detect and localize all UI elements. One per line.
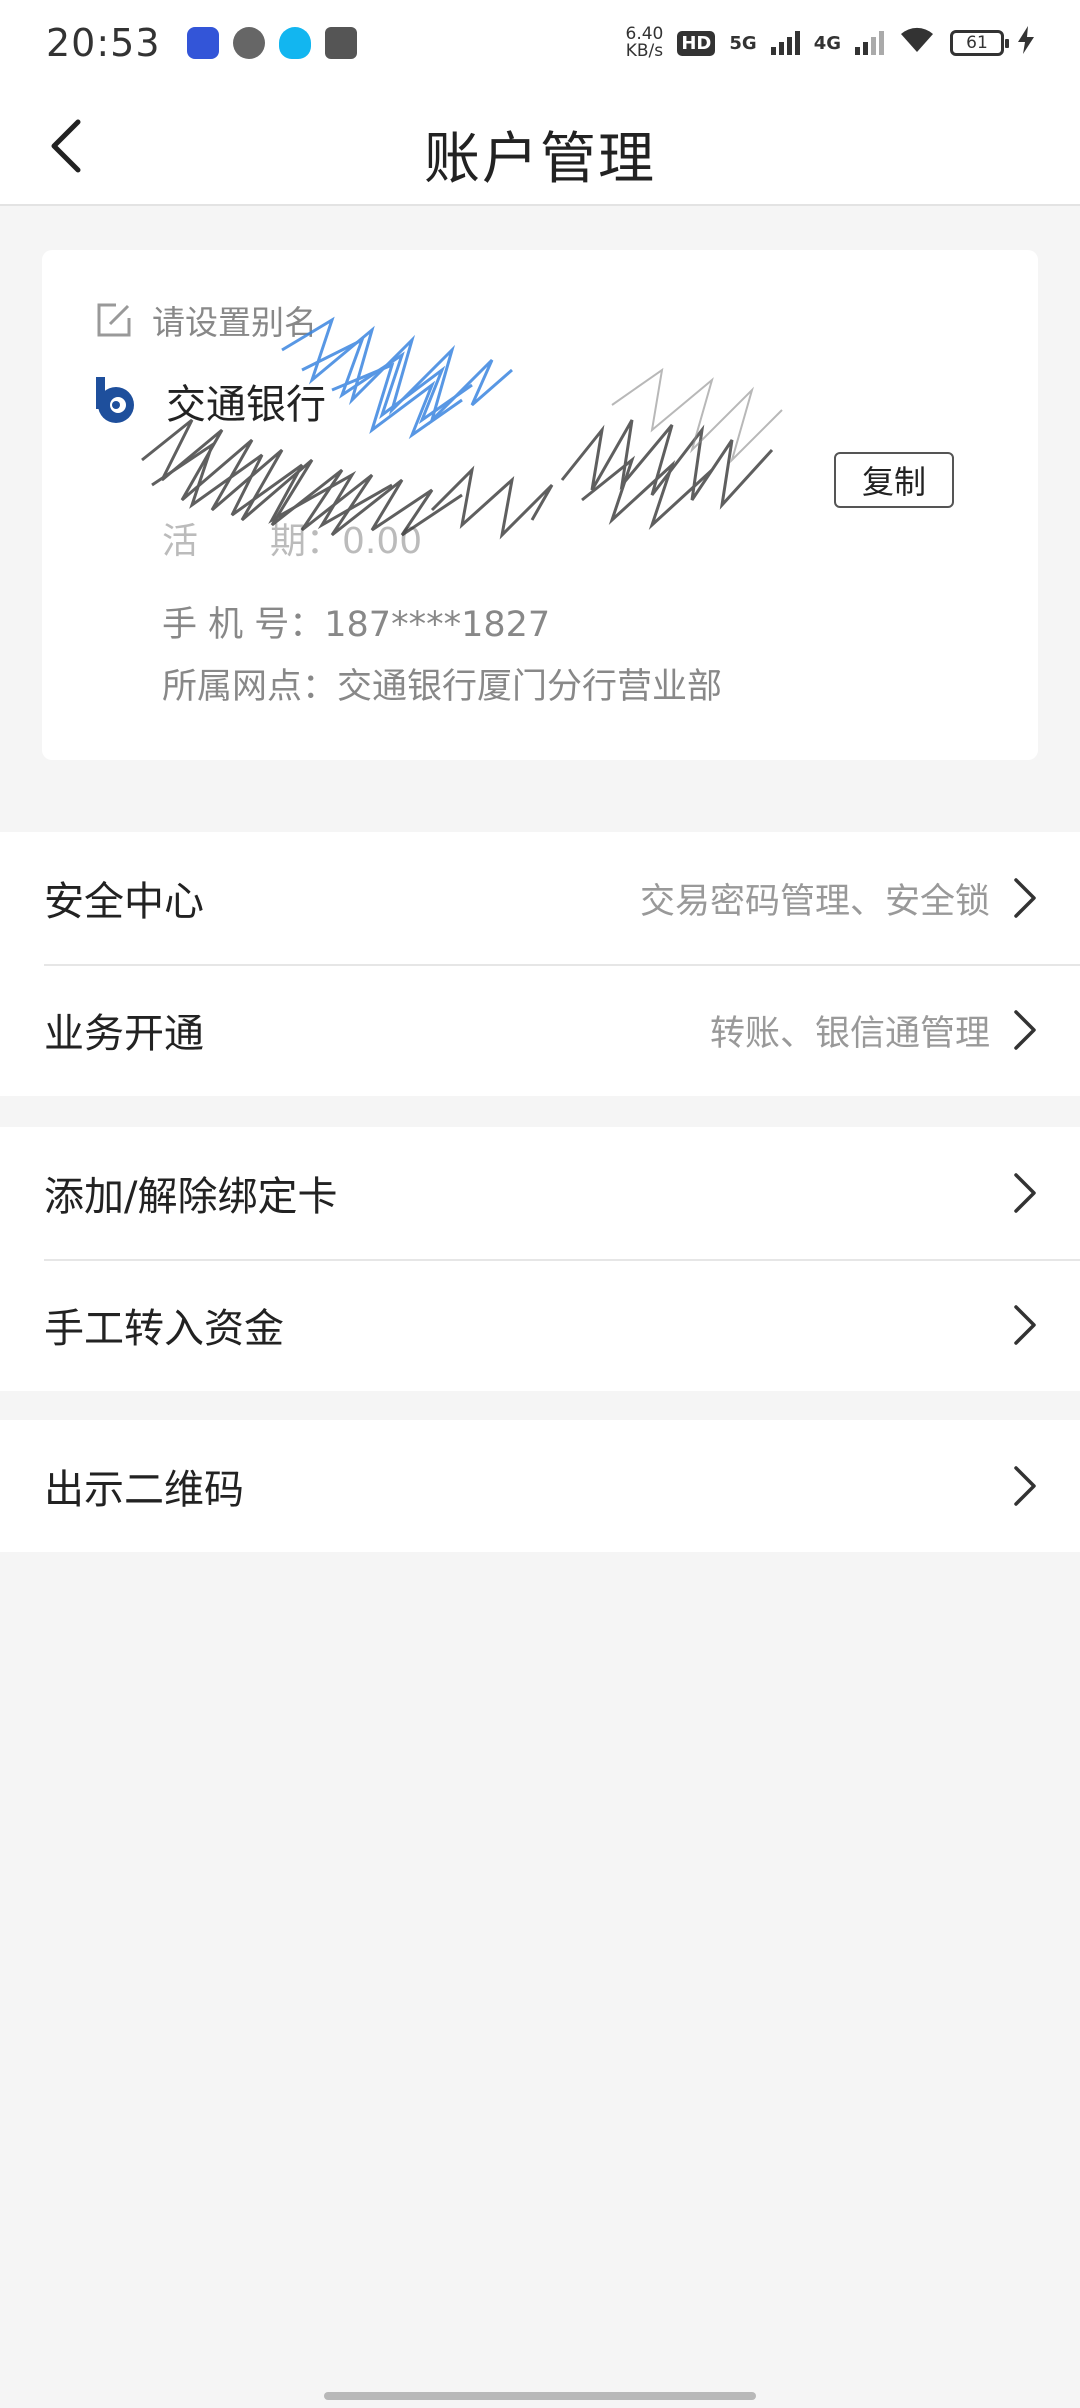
menu-label: 添加/解除绑定卡 (44, 1174, 338, 1220)
signal-5g-label: 5G (729, 32, 757, 54)
message-icon (324, 27, 357, 59)
menu-label: 业务开通 (44, 1011, 204, 1057)
menu-label: 手工转入资金 (44, 1306, 284, 1352)
copy-button[interactable]: 复制 (834, 452, 954, 508)
menu-group-cards: 添加/解除绑定卡 手工转入资金 (0, 1127, 1080, 1391)
menu-item-manual-transfer[interactable]: 手工转入资金 (0, 1259, 1080, 1391)
home-indicator[interactable] (324, 2392, 756, 2400)
charging-icon (1018, 25, 1034, 61)
battery-icon: 61 (950, 30, 1009, 56)
phone-value: 187****1827 (324, 605, 551, 645)
edit-icon (97, 303, 131, 337)
menu-item-business-activation[interactable]: 业务开通 转账、银信通管理 (0, 964, 1080, 1096)
menu-item-bind-card[interactable]: 添加/解除绑定卡 (0, 1127, 1080, 1259)
account-management-screen: 20:53 6.40 KB/s HD 5G 4G 61 账户管理 请设置别名 交… (0, 0, 1080, 2408)
chevron-right-icon (1014, 1173, 1036, 1213)
menu-item-security-center[interactable]: 安全中心 交易密码管理、安全锁 (0, 832, 1080, 964)
menu-label: 安全中心 (44, 879, 204, 925)
hd-badge: HD (677, 30, 716, 56)
menu-item-show-qrcode[interactable]: 出示二维码 (0, 1420, 1080, 1552)
chevron-right-icon (1014, 878, 1036, 918)
notification-icons (186, 27, 357, 59)
navigation-bar: 账户管理 (0, 86, 1080, 206)
signal-5g-icon (770, 31, 800, 55)
signal-4g-label: 4G (813, 32, 841, 54)
chevron-right-icon (1014, 1305, 1036, 1345)
redaction-scribble (141, 316, 783, 540)
chat-icon (232, 27, 265, 59)
branch-value: 交通银行厦门分行营业部 (337, 667, 723, 707)
account-card: 请设置别名 交通银行 活 期：0.00 复制 手 机 号：187****1827… (42, 250, 1038, 760)
chevron-right-icon (1014, 1010, 1036, 1050)
status-bar: 20:53 6.40 KB/s HD 5G 4G 61 (0, 0, 1080, 86)
menu-group-security: 安全中心 交易密码管理、安全锁 业务开通 转账、银信通管理 (0, 832, 1080, 1096)
phone-label: 手 机 号： (162, 605, 325, 645)
qq-icon (278, 27, 311, 59)
network-speed: 6.40 KB/s (626, 26, 664, 60)
menu-description: 转账、银信通管理 (709, 1013, 990, 1054)
phone-row: 手 机 号：187****1827 (162, 596, 550, 647)
speed-unit: KB/s (625, 41, 664, 61)
menu-group-qrcode: 出示二维码 (0, 1420, 1080, 1552)
app-icon (186, 27, 219, 59)
menu-description: 交易密码管理、安全锁 (639, 881, 990, 922)
system-indicators: 6.40 KB/s HD 5G 4G 61 (626, 24, 1034, 62)
signal-4g-icon (855, 31, 884, 55)
status-time: 20:53 (46, 21, 161, 65)
page-title: 账户管理 (424, 127, 656, 192)
chevron-right-icon (1014, 1466, 1036, 1506)
menu-label: 出示二维码 (44, 1467, 244, 1513)
branch-row: 所属网点：交通银行厦门分行营业部 (162, 658, 722, 709)
wifi-icon (898, 24, 936, 62)
branch-label: 所属网点： (162, 667, 338, 707)
